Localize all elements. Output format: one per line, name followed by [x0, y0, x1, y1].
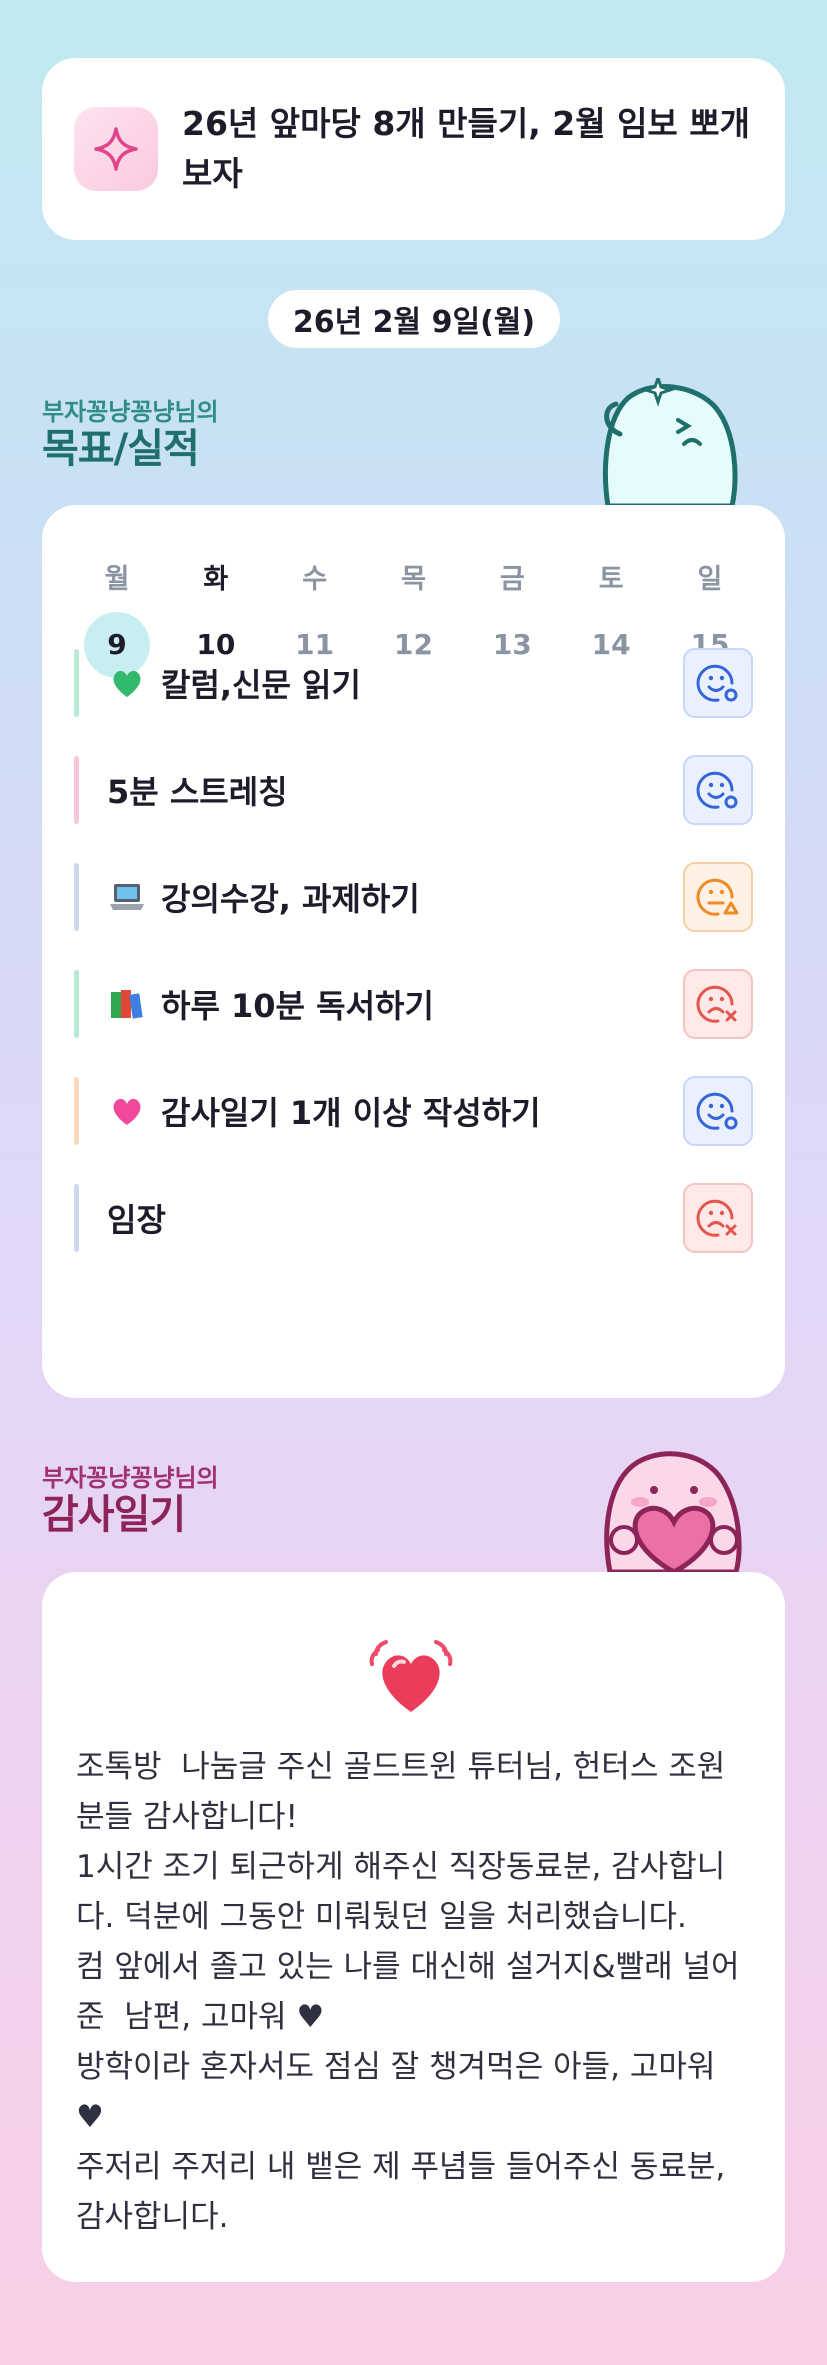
task-color-bar	[74, 1077, 79, 1145]
weekday-text: 월	[104, 564, 130, 595]
gratitude-journal-card: 조톡방 나눔글 주신 골드트윈 튜터님, 헌터스 조원분들 감사합니다! 1시간…	[42, 1572, 785, 2282]
mascot-illustration	[598, 373, 748, 510]
task-label: 강의수강, 과제하기	[107, 874, 420, 920]
task-label: 임장	[107, 1195, 166, 1241]
task-color-bar	[74, 1184, 79, 1252]
books-icon	[107, 984, 147, 1024]
weekday-text: 수	[302, 564, 328, 595]
goals-section-subtitle: 부자꽁냥꽁냥님의	[42, 398, 219, 426]
laptop-icon	[107, 877, 147, 917]
status-done-icon[interactable]	[683, 755, 753, 825]
gratitude-text: 조톡방 나눔글 주신 골드트윈 튜터님, 헌터스 조원분들 감사합니다! 1시간…	[76, 1749, 740, 2235]
status-failed-icon[interactable]	[683, 969, 753, 1039]
weekday-label: 토	[576, 557, 646, 596]
task-text: 임장	[107, 1201, 166, 1239]
gratitude-section-title: 감사일기	[42, 1492, 186, 1538]
gratitude-section-subtitle: 부자꽁냥꽁냥님의	[42, 1464, 219, 1492]
task-color-bar	[74, 649, 79, 717]
weekday-row: 월화수목금토일	[82, 557, 745, 596]
weekday-text: 목	[401, 564, 426, 595]
status-partial-icon[interactable]	[683, 862, 753, 932]
weekday-label: 일	[675, 557, 745, 596]
weekday-text: 화	[203, 564, 229, 595]
weekday-text: 일	[697, 564, 723, 595]
task-label: 하루 10분 독서하기	[107, 981, 434, 1027]
date-pill[interactable]: 26년 2월 9일(월)	[268, 290, 560, 348]
goals-section-title: 목표/실적	[42, 426, 200, 472]
task-label: 칼럼,신문 읽기	[107, 660, 361, 706]
task-row[interactable]: 칼럼,신문 읽기	[74, 648, 753, 718]
weekday-label: 금	[477, 557, 547, 596]
task-color-bar	[74, 970, 79, 1038]
heart-beat-icon	[368, 1632, 454, 1720]
task-row[interactable]: 임장	[74, 1183, 753, 1253]
weekday-label: 수	[280, 557, 350, 596]
task-text: 칼럼,신문 읽기	[161, 666, 361, 704]
weekday-label: 월	[82, 557, 152, 596]
goals-section-header: 부자꽁냥꽁냥님의 목표/실적	[42, 392, 219, 471]
task-color-bar	[74, 756, 79, 824]
green-heart-icon	[107, 663, 147, 703]
gratitude-section-header: 부자꽁냥꽁냥님의 감사일기	[42, 1458, 219, 1537]
status-failed-icon[interactable]	[683, 1183, 753, 1253]
status-done-icon[interactable]	[683, 1076, 753, 1146]
mascot-heart-illustration	[594, 1450, 754, 1576]
task-row[interactable]: 강의수강, 과제하기	[74, 862, 753, 932]
weekly-goals-card: 월화수목금토일 9 10 11 12 13 14 15 칼럼,신문 읽기 5분 스트레칭 강의수…	[42, 505, 785, 1398]
task-row[interactable]: 하루 10분 독서하기	[74, 969, 753, 1039]
goal-text: 26년 앞마당 8개 만들기, 2월 임보 뽀개보자	[182, 104, 750, 193]
weekday-text: 토	[598, 564, 624, 595]
sparkle-icon	[74, 107, 158, 191]
task-text: 강의수강, 과제하기	[161, 880, 420, 918]
goal-card[interactable]: 26년 앞마당 8개 만들기, 2월 임보 뽀개보자	[42, 58, 785, 240]
task-text: 5분 스트레칭	[107, 773, 288, 811]
task-text: 감사일기 1개 이상 작성하기	[161, 1094, 541, 1132]
weekday-text: 금	[499, 564, 525, 595]
task-label: 5분 스트레칭	[107, 767, 288, 813]
task-row[interactable]: 감사일기 1개 이상 작성하기	[74, 1076, 753, 1146]
pink-heart-icon	[107, 1091, 147, 1131]
task-color-bar	[74, 863, 79, 931]
weekday-label: 목	[378, 557, 448, 596]
status-done-icon[interactable]	[683, 648, 753, 718]
task-text: 하루 10분 독서하기	[161, 987, 434, 1025]
weekday-label: 화	[181, 557, 251, 596]
task-row[interactable]: 5분 스트레칭	[74, 755, 753, 825]
task-label: 감사일기 1개 이상 작성하기	[107, 1088, 541, 1134]
